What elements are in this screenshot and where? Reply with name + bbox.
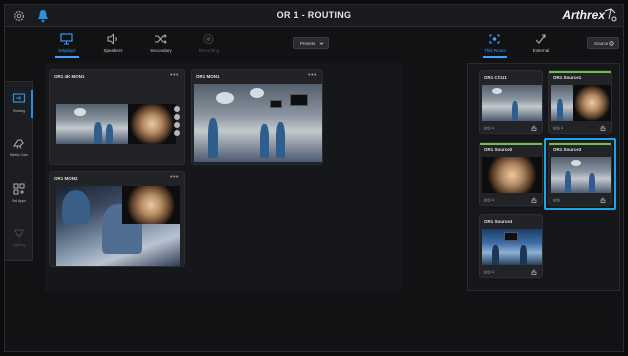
source-signal: ((•)) 1 <box>484 269 495 274</box>
source-preview <box>482 85 542 121</box>
sources-panel: OR1 CCU1 ((•)) 1 OR1 Source1 ((•)) 1 OR1… <box>467 63 620 291</box>
sidebar-item-lighting[interactable]: Lighting <box>5 220 33 260</box>
source-card-source2[interactable]: OR1 Source2 ((•)) 1 <box>479 142 543 206</box>
more-menu-icon[interactable]: ••• <box>170 174 179 181</box>
displays-panel: OR1 4K MON1 ••• OR1 MON1 ••• OR1 MON2 ••… <box>45 63 402 291</box>
display-tabs: Displays Speakers Secondary Recording <box>45 31 245 59</box>
gear-icon <box>609 41 614 46</box>
source-preview <box>482 229 542 265</box>
brand-logo: Arthrex <box>562 8 605 22</box>
record-icon <box>203 34 214 44</box>
top-bar: OR 1 - ROUTING Arthrex <box>5 5 623 27</box>
display-card-mon2[interactable]: OR1 MON2 ••• <box>49 171 185 267</box>
source-name: OR1 Source1 <box>553 75 582 80</box>
tab-speakers[interactable]: Speakers <box>91 31 135 59</box>
tab-label: Speakers <box>103 48 123 53</box>
lock-icon[interactable] <box>600 125 606 131</box>
source-card-ccu1[interactable]: OR1 CCU1 ((•)) 1 <box>479 70 543 134</box>
source-name: OR1 Source2 <box>484 147 513 152</box>
camera-icon <box>12 139 24 149</box>
tab-label: Secondary <box>150 48 172 53</box>
tab-label: Recording <box>198 48 220 53</box>
tab-label: This Room <box>484 48 506 53</box>
source-card-source1[interactable]: OR1 Source1 ((•)) 1 <box>548 70 612 134</box>
more-menu-icon[interactable]: ••• <box>308 72 317 79</box>
tab-displays[interactable]: Displays <box>45 31 89 59</box>
display-card-mon1[interactable]: OR1 MON1 ••• <box>191 69 323 165</box>
sidebar: Routing Metric Cam Set Apps Lighting <box>5 81 33 261</box>
tab-label: External <box>532 48 550 53</box>
display-preview-scope <box>122 186 180 224</box>
source-signal: ((•)) 1 <box>484 125 495 130</box>
tab-external[interactable]: External <box>519 31 563 59</box>
sidebar-item-label: Set Apps <box>11 199 26 203</box>
source-tabs: This Room External <box>473 31 573 59</box>
sidebar-item-set-apps[interactable]: Set Apps <box>5 176 33 216</box>
source-card-source4[interactable]: OR1 Source4 ((•)) 1 <box>479 214 543 278</box>
apps-icon <box>13 183 25 195</box>
source-name: OR1 CCU1 <box>484 75 507 80</box>
monitor-icon <box>60 33 73 45</box>
more-menu-icon[interactable]: ••• <box>170 72 179 79</box>
sidebar-item-label: Routing <box>12 109 26 113</box>
display-preview-or <box>194 84 322 162</box>
page-title: OR 1 - ROUTING <box>276 10 352 20</box>
lighting-icon <box>14 229 24 238</box>
sidebar-item-label: Metric Cam <box>10 153 28 157</box>
sidebar-item-routing[interactable]: Routing <box>5 86 33 126</box>
brand-mark-icon <box>604 8 617 22</box>
tab-this-room[interactable]: This Room <box>473 31 517 59</box>
display-controls <box>174 106 180 138</box>
source-signal: ((•)) 1 <box>553 125 564 130</box>
source-button[interactable]: Source <box>587 37 619 49</box>
active-indicator <box>480 143 542 145</box>
app-window: OR 1 - ROUTING Arthrex Routing Metric Ca… <box>4 4 624 352</box>
external-icon <box>535 34 546 44</box>
display-name: OR1 MON1 <box>196 74 220 79</box>
source-label: Source <box>594 41 609 46</box>
display-preview-or <box>56 104 128 144</box>
selected-source-highlight <box>544 138 616 210</box>
room-icon <box>489 34 500 44</box>
routing-icon <box>12 93 26 103</box>
display-name: OR1 4K MON1 <box>54 74 85 79</box>
display-name: OR1 MON2 <box>54 176 78 181</box>
shuffle-icon <box>155 34 167 44</box>
source-signal: ((•)) 1 <box>484 197 495 202</box>
source-preview-scope <box>573 85 611 121</box>
tab-recording[interactable]: Recording <box>187 31 231 59</box>
lock-icon[interactable] <box>531 269 537 275</box>
display-preview-scope <box>128 104 176 144</box>
lock-icon[interactable] <box>531 125 537 131</box>
sidebar-item-label: Lighting <box>12 243 26 247</box>
source-name: OR1 Source4 <box>484 219 513 224</box>
tab-label: Displays <box>58 48 76 53</box>
speaker-icon <box>107 33 117 45</box>
display-card-4k-mon1[interactable]: OR1 4K MON1 ••• <box>49 69 185 165</box>
sidebar-item-metric-cam[interactable]: Metric Cam <box>5 130 33 170</box>
presets-label: Presets <box>300 41 316 46</box>
lock-icon[interactable] <box>531 197 537 203</box>
presets-dropdown[interactable]: Presets <box>293 37 329 49</box>
tab-secondary[interactable]: Secondary <box>139 31 183 59</box>
chevron-down-icon <box>319 42 324 45</box>
active-indicator <box>549 71 611 73</box>
source-preview-scope <box>482 157 542 193</box>
